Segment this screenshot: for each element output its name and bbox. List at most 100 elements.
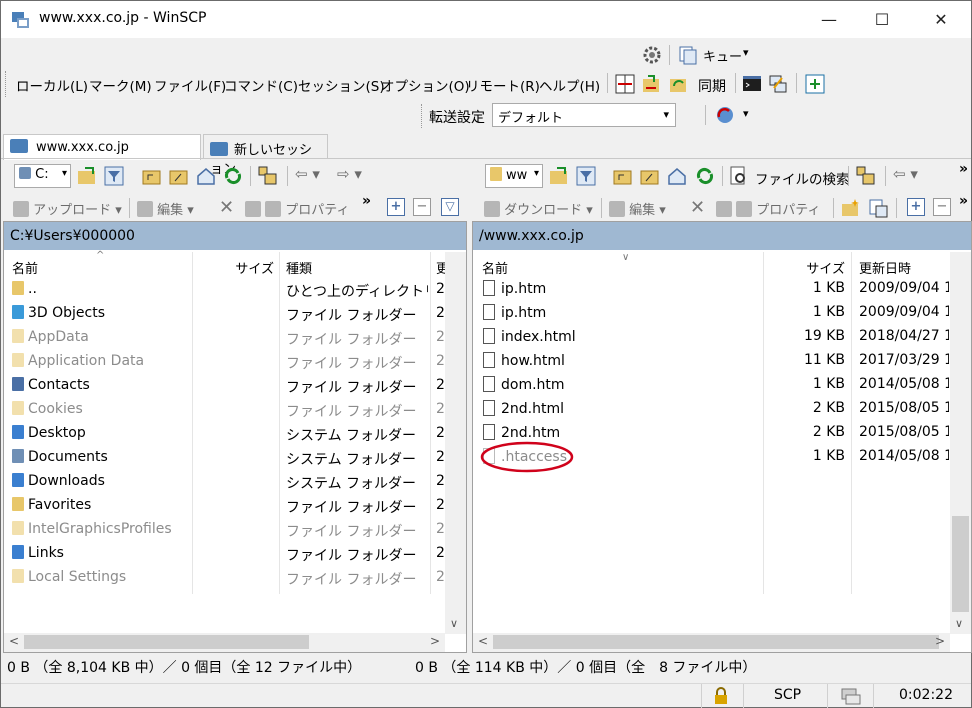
menu-command[interactable]: コマンド(C) [224,75,298,95]
close-button[interactable]: ✕ [918,1,964,38]
table-row[interactable]: Contacts ファイル フォルダー 2 [4,374,445,398]
parent-dir-icon[interactable] [142,166,162,186]
synchronize-icon[interactable] [669,74,689,94]
table-row[interactable]: how.html 11 KB 2017/03/29 17 [473,349,949,373]
local-vertical-scrollbar[interactable]: ∨ [445,252,466,634]
table-row[interactable]: ip.htm 1 KB 2009/09/04 18 [473,277,949,301]
delete-icon[interactable]: ✕ [219,197,234,218]
tab-session-active[interactable]: www.xxx.co.jp [3,134,201,160]
select-files-icon[interactable]: + [387,198,405,216]
remote-path-bar[interactable]: /www.xxx.co.jp [473,222,971,250]
back-arrow-icon[interactable]: ⇦ ▾ [295,165,320,183]
menu-session[interactable]: セッション(S) [298,75,385,95]
scroll-thumb[interactable] [493,635,939,649]
overflow-chevron-icon[interactable]: » [362,193,371,209]
overflow-chevron-icon[interactable]: » [959,161,968,177]
terminal-icon[interactable] [742,74,762,94]
local-horizontal-scrollbar[interactable]: < > [4,633,445,652]
sync-label[interactable]: 同期 [698,76,726,96]
left-drive-select[interactable]: C: ▾ [14,164,71,188]
remote-file-pane[interactable]: /www.xxx.co.jp 名前 ∨ サイズ 更新日時 ip.htm 1 KB 20… [472,221,972,653]
table-row[interactable]: index.html 19 KB 2018/04/27 18 [473,325,949,349]
left-properties-button[interactable]: プロパティ [245,199,350,218]
home-icon[interactable] [667,166,687,186]
unselect-files-icon[interactable]: − [933,198,951,216]
upload-button[interactable]: アップロード ▾ [13,199,122,218]
find-files-label[interactable]: ファイルの検索 [755,168,850,188]
col-header-size[interactable]: サイズ [764,252,847,278]
col-header-name[interactable]: 名前 ∨ [482,252,762,278]
home-icon[interactable] [196,166,216,186]
open-dir-icon[interactable] [549,166,569,186]
bookmark-icon[interactable] [856,166,876,186]
table-row[interactable]: ip.htm 1 KB 2009/09/04 18 [473,301,949,325]
right-dir-select[interactable]: ww ▾ [485,164,543,188]
table-row[interactable]: 3D Objects ファイル フォルダー 2 [4,302,445,326]
menu-mark[interactable]: マーク(M) [89,75,152,95]
local-file-pane[interactable]: C:¥Users¥000000 名前 ^ サイズ 種類 更 .. ひとつ上のディレク… [3,221,467,653]
filter-icon[interactable] [104,166,124,186]
forward-arrow-icon[interactable]: ⇨ ▾ [337,165,362,183]
menu-file[interactable]: ファイル(F) [154,75,226,95]
transfer-settings-select[interactable]: デフォルト ▾ [492,103,676,127]
filter-icon[interactable] [576,166,596,186]
refresh-icon[interactable] [223,166,243,186]
queue-label[interactable]: キュー [703,46,742,65]
local-path-bar[interactable]: C:¥Users¥000000 [4,222,466,250]
bookmark-icon[interactable] [258,166,278,186]
new-folder-icon[interactable] [841,198,861,218]
table-row[interactable]: .. ひとつ上のディレクトリ 2 [4,278,445,302]
gear-icon[interactable] [641,44,663,66]
minimize-button[interactable]: — [806,1,852,38]
queue-icon[interactable] [677,44,699,66]
preferences-icon[interactable] [805,74,825,94]
left-edit-button[interactable]: 編集 ▾ [137,199,194,218]
table-row[interactable]: Local Settings ファイル フォルダー 2 [4,566,445,590]
remote-move-icon[interactable] [868,198,888,218]
menu-remote[interactable]: リモート(R) [466,75,540,95]
delete-icon[interactable]: ✕ [690,197,705,218]
col-header-name[interactable]: 名前 ^ [12,250,192,278]
col-header-changed[interactable]: 更新日時 [859,252,949,278]
sync-browse-icon[interactable] [642,74,662,94]
find-files-icon[interactable] [729,166,749,186]
menu-help[interactable]: ヘルプ(H) [539,75,600,95]
root-dir-icon[interactable] [169,166,189,186]
reconnect-icon[interactable] [715,105,735,125]
table-row[interactable]: Links ファイル フォルダー 2 [4,542,445,566]
putty-icon[interactable] [768,74,788,94]
remote-horizontal-scrollbar[interactable]: < > [473,633,950,652]
menu-local[interactable]: ローカル(L) [16,75,88,95]
scroll-thumb[interactable] [24,635,309,649]
table-row[interactable]: Documents システム フォルダー 2 [4,446,445,470]
queue-dropdown-arrow[interactable]: ▾ [743,46,749,59]
right-edit-button[interactable]: 編集 ▾ [609,199,666,218]
menu-options[interactable]: オプション(O) [381,75,470,95]
table-row[interactable]: IntelGraphicsProfiles ファイル フォルダー 2 [4,518,445,542]
parent-dir-icon[interactable] [613,166,633,186]
unselect-files-icon[interactable]: − [413,198,431,216]
table-row[interactable]: Cookies ファイル フォルダー 2 [4,398,445,422]
col-header-size[interactable]: サイズ [193,252,278,278]
reconnect-dropdown-arrow[interactable]: ▾ [743,107,749,120]
select-files-icon[interactable]: + [907,198,925,216]
tab-new-session[interactable]: 新しいセッション [203,134,328,177]
refresh-icon[interactable] [695,166,715,186]
col-header-type[interactable]: 種類 [286,252,436,278]
remote-vertical-scrollbar[interactable]: ∨ [950,252,971,634]
open-dir-icon[interactable] [77,166,97,186]
filter-files-icon[interactable]: ▽ [441,198,459,216]
table-row[interactable]: Desktop システム フォルダー 2 [4,422,445,446]
root-dir-icon[interactable] [640,166,660,186]
right-properties-button[interactable]: プロパティ [716,199,821,218]
table-row[interactable]: 2nd.html 2 KB 2015/08/05 13 [473,397,949,421]
maximize-button[interactable]: ☐ [859,1,905,38]
table-row[interactable]: Favorites ファイル フォルダー 2 [4,494,445,518]
table-row[interactable]: Application Data ファイル フォルダー 2 [4,350,445,374]
download-button[interactable]: ダウンロード ▾ [484,199,593,218]
scroll-thumb[interactable] [952,516,969,612]
table-row[interactable]: dom.htm 1 KB 2014/05/08 12 [473,373,949,397]
compare-dirs-icon[interactable] [615,74,635,94]
overflow-chevron-icon[interactable]: » [959,193,968,209]
table-row[interactable]: AppData ファイル フォルダー 2 [4,326,445,350]
